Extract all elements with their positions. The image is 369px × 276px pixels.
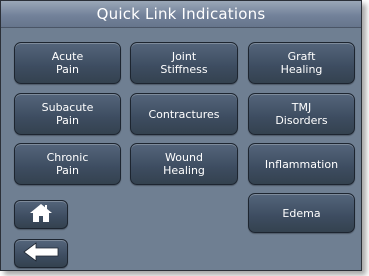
tmj-disorders-button[interactable]: TMJ Disorders <box>248 93 355 135</box>
subacute-pain-label-line1: Subacute <box>41 101 94 114</box>
home-icon <box>29 203 53 227</box>
acute-pain-label-line1: Acute <box>51 50 84 63</box>
graft-healing-label-line2: Healing <box>280 63 323 76</box>
wound-healing-label-line2: Healing <box>163 164 205 177</box>
chronic-pain-button[interactable]: Chronic Pain <box>14 143 121 185</box>
edema-button[interactable]: Edema <box>248 193 355 233</box>
home-button[interactable] <box>14 200 68 229</box>
page-title: Quick Link Indications <box>1 1 361 28</box>
acute-pain-button[interactable]: Acute Pain <box>14 42 121 84</box>
acute-pain-label-line2: Pain <box>56 63 79 76</box>
joint-stiffness-button[interactable]: Joint Stiffness <box>130 42 238 84</box>
back-arrow-icon <box>22 241 60 266</box>
wound-healing-label-line1: Wound <box>165 151 203 164</box>
tmj-disorders-label-line1: TMJ <box>291 101 312 114</box>
tmj-disorders-label-line2: Disorders <box>275 114 328 127</box>
quick-link-screen: Quick Link Indications Acute Pain Joint … <box>0 0 362 271</box>
joint-stiffness-label-line1: Joint <box>171 50 197 63</box>
back-button[interactable] <box>14 239 68 268</box>
edema-label: Edema <box>282 206 321 220</box>
inflammation-label: Inflammation <box>264 157 339 171</box>
chronic-pain-label-line1: Chronic <box>46 151 89 164</box>
graft-healing-button[interactable]: Graft Healing <box>248 42 355 84</box>
subacute-pain-button[interactable]: Subacute Pain <box>14 93 121 135</box>
subacute-pain-label-line2: Pain <box>56 114 79 127</box>
inflammation-button[interactable]: Inflammation <box>248 143 355 185</box>
contractures-button[interactable]: Contractures <box>130 93 238 135</box>
joint-stiffness-label-line2: Stiffness <box>160 63 208 76</box>
graft-healing-label-line1: Graft <box>287 50 316 63</box>
chronic-pain-label-line2: Pain <box>56 164 79 177</box>
contractures-label: Contractures <box>148 107 220 121</box>
wound-healing-button[interactable]: Wound Healing <box>130 143 238 185</box>
